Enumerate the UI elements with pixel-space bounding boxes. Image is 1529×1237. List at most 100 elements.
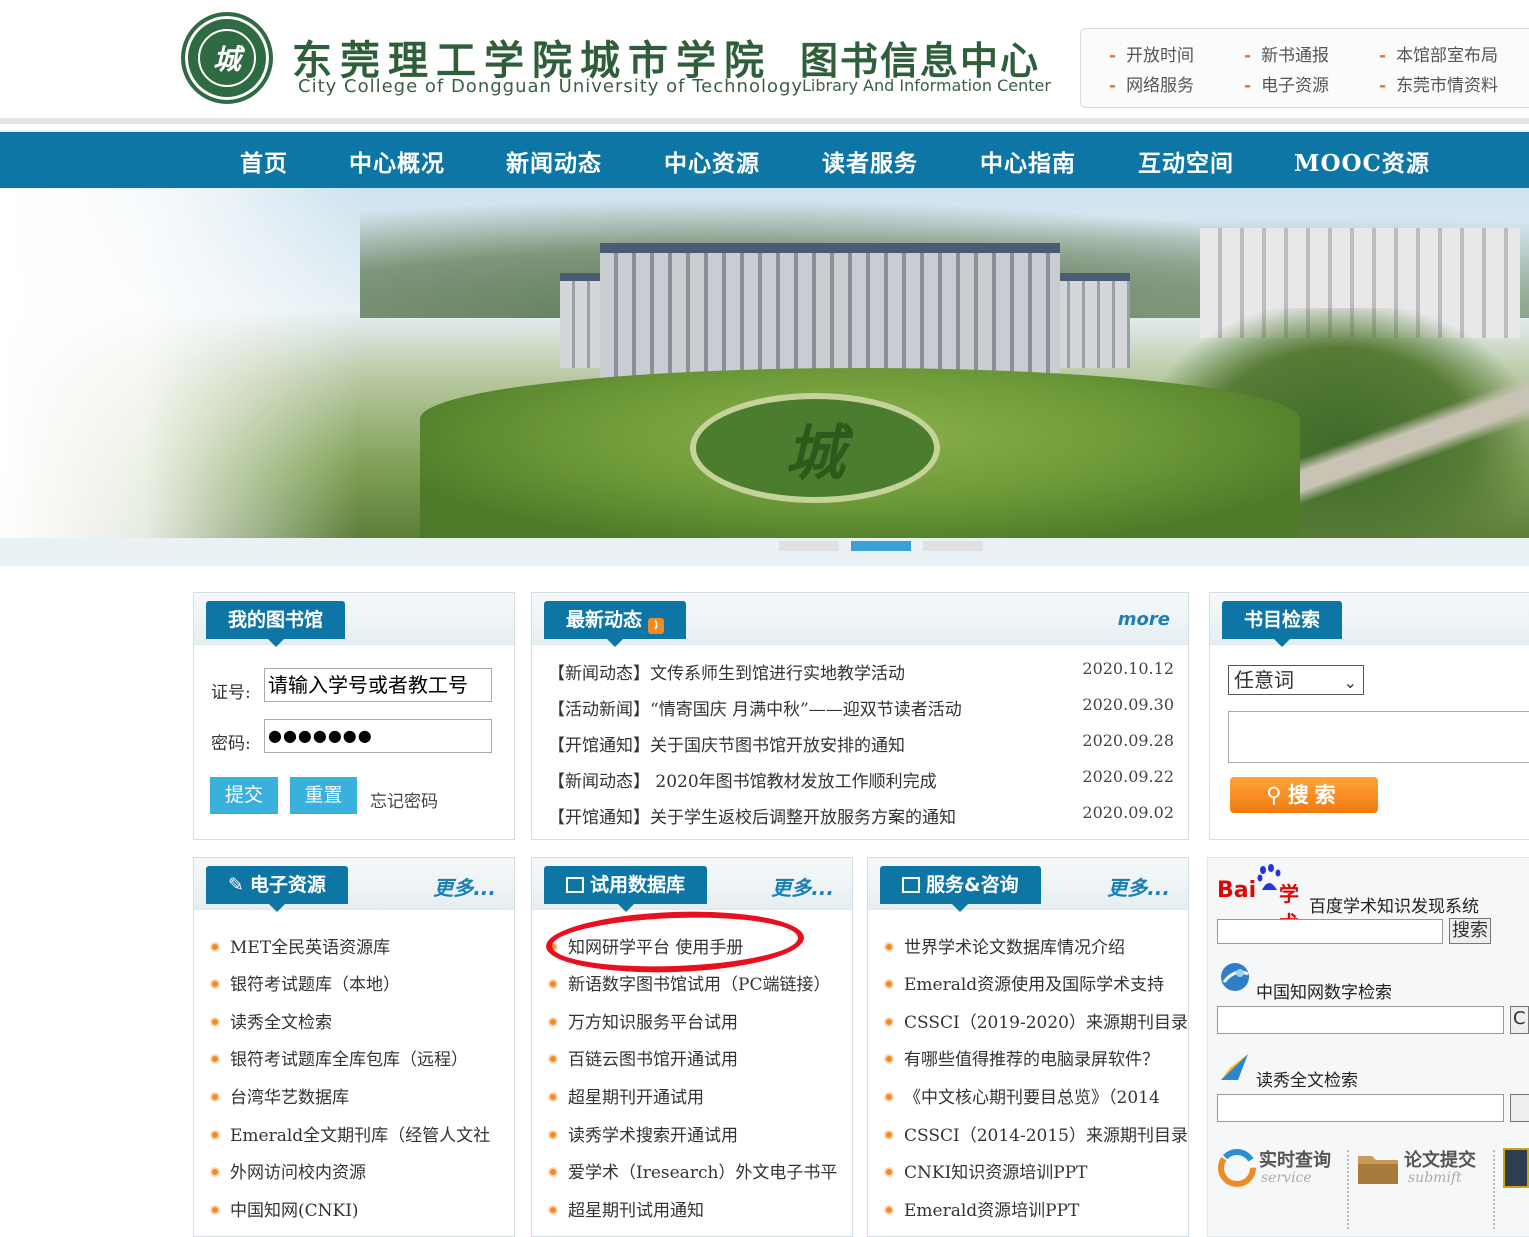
nav-overview[interactable]: 中心概况 [349, 144, 445, 178]
list-item-label: Emerald全文期刊库（经管人文社 [230, 1126, 491, 1146]
document-icon [902, 877, 920, 893]
news-item[interactable]: 【开馆通知】关于国庆节图书馆开放安排的通知 2020.09.28 [548, 731, 1174, 761]
realtime-query-label: 实时查询 [1259, 1150, 1331, 1171]
quick-link-network[interactable]: 网络服务 [1109, 71, 1194, 96]
catalog-search-panel: 书目检索 任意词 ⌄ ⚲ 搜索 [1209, 592, 1529, 840]
news-item[interactable]: 【活动新闻】“情寄国庆 月满中秋”——迎双节读者活动 2020.09.30 [548, 695, 1174, 725]
list-item[interactable]: CNKI知识资源培训PPT [884, 1158, 1088, 1183]
list-item[interactable]: CSSCI（2019-2020）来源期刊目录 [884, 1008, 1188, 1033]
list-item[interactable]: 百链云图书馆开通试用 [548, 1045, 738, 1070]
news-title: 【开馆通知】关于学生返校后调整开放服务方案的通知 [548, 808, 956, 828]
bullet-icon [210, 1167, 220, 1177]
trial-database-panel: 试用数据库 更多... 知网研学平台 使用手册 新语数字图书馆试用（PC端链接）… [531, 857, 853, 1237]
news-title: 【新闻动态】 2020年图书馆教材发放工作顺利完成 [548, 772, 937, 792]
nav-news[interactable]: 新闻动态 [506, 144, 602, 178]
baidu-scholar-logo[interactable]: Bai 学术 [1217, 864, 1307, 935]
bullet-icon [884, 1054, 894, 1064]
nav-interactive[interactable]: 互动空间 [1138, 144, 1234, 178]
list-item[interactable]: 有哪些值得推荐的电脑录屏软件？ [884, 1045, 1159, 1070]
list-item[interactable]: 银符考试题库（本地） [210, 970, 400, 995]
bullet-icon [884, 1017, 894, 1027]
quick-link-layout[interactable]: 本馆部室布局 [1379, 41, 1498, 66]
list-item-label: 读秀全文检索 [230, 1013, 332, 1033]
news-item[interactable]: 【新闻动态】 2020年图书馆教材发放工作顺利完成 2020.09.22 [548, 767, 1174, 797]
list-item[interactable]: 世界学术论文数据库情况介绍 [884, 933, 1125, 958]
slide-dot-2[interactable] [851, 541, 911, 551]
bullet-icon [210, 1054, 220, 1064]
list-item[interactable]: 知网研学平台 使用手册 [548, 933, 743, 958]
quick-link-local-info[interactable]: 东莞市情资料 [1379, 71, 1498, 96]
quick-link-eresources[interactable]: 电子资源 [1244, 71, 1329, 96]
submit-button[interactable]: 提交 [210, 777, 278, 814]
baidu-search-input[interactable] [1217, 919, 1443, 944]
nav-resources[interactable]: 中心资源 [664, 144, 760, 178]
search-field-select[interactable]: 任意词 ⌄ [1228, 665, 1364, 695]
catalog-search-button[interactable]: ⚲ 搜索 [1230, 777, 1378, 813]
college-seal-logo[interactable]: 城 [181, 12, 273, 104]
cnki-search-button[interactable]: C [1510, 1006, 1529, 1034]
list-item[interactable]: 新语数字图书馆试用（PC端链接） [548, 970, 830, 995]
catalog-search-input[interactable] [1228, 711, 1529, 763]
eresources-more-link[interactable]: 更多... [433, 872, 496, 901]
rss-icon[interactable]: ) [648, 618, 665, 634]
campus-banner[interactable]: 城 [0, 188, 1529, 538]
list-item[interactable]: Emerald全文期刊库（经管人文社 [210, 1121, 490, 1146]
quick-link-hours[interactable]: 开放时间 [1109, 41, 1194, 66]
news-item[interactable]: 【新闻动态】文传系师生到馆进行实地教学活动 2020.10.12 [548, 659, 1174, 689]
slide-dot-3[interactable] [923, 541, 983, 551]
list-item[interactable]: Emerald资源使用及国际学术支持 [884, 970, 1164, 995]
panel-header: 最新动态) more [532, 593, 1188, 647]
list-item-label: 《中文核心期刊要目总览》（2014 [904, 1088, 1160, 1108]
banner-fade [0, 188, 360, 538]
cnki-search-input[interactable] [1217, 1006, 1504, 1034]
nav-guide[interactable]: 中心指南 [980, 144, 1076, 178]
news-date: 2020.09.22 [1082, 767, 1174, 786]
panel-title: 我的图书馆 [206, 601, 346, 647]
list-item-label: 万方知识服务平台试用 [568, 1013, 738, 1033]
quick-link-new-books[interactable]: 新书通报 [1244, 41, 1329, 66]
list-item[interactable]: 《中文核心期刊要目总览》（2014 [884, 1083, 1160, 1108]
bullet-icon [884, 1092, 894, 1102]
nav-reader-services[interactable]: 读者服务 [822, 144, 918, 178]
news-item[interactable]: 【开馆通知】关于学生返校后调整开放服务方案的通知 2020.09.02 [548, 803, 1174, 833]
id-label: 证号: [211, 683, 251, 703]
list-item[interactable]: CSSCI（2014-2015）来源期刊目录 [884, 1121, 1188, 1146]
list-item[interactable]: 读秀全文检索 [210, 1008, 332, 1033]
list-item-label: Emerald资源培训PPT [904, 1201, 1080, 1221]
nav-home[interactable]: 首页 [240, 144, 288, 178]
list-item[interactable]: 万方知识服务平台试用 [548, 1008, 738, 1033]
reset-button[interactable]: 重置 [290, 777, 357, 814]
news-more-link[interactable]: more [1118, 609, 1170, 630]
paper-submit-link[interactable]: 论文提交 submift [1356, 1144, 1496, 1194]
nav-mooc[interactable]: MOOC资源 [1294, 144, 1430, 178]
cnki-globe-icon [1221, 963, 1249, 991]
list-box-icon [566, 877, 584, 893]
list-item-label: 台湾华艺数据库 [230, 1088, 349, 1108]
duxiu-search-input[interactable] [1217, 1094, 1504, 1122]
widget-divider [1493, 1150, 1495, 1229]
list-item-label: CNKI知识资源培训PPT [904, 1163, 1088, 1183]
list-item[interactable]: 外网访问校内资源 [210, 1158, 366, 1183]
duxiu-search-button[interactable] [1510, 1094, 1529, 1122]
list-item[interactable]: 台湾华艺数据库 [210, 1083, 349, 1108]
forgot-password-link[interactable]: 忘记密码 [370, 787, 438, 812]
password-input[interactable]: ●●●●●●● [264, 719, 492, 753]
cnki-title: 中国知网数字检索 [1256, 983, 1392, 1003]
partial-widget-icon[interactable] [1503, 1148, 1529, 1188]
panel-title: 试用数据库 [544, 866, 708, 912]
service-more-link[interactable]: 更多... [1107, 872, 1170, 901]
slide-dot-1[interactable] [779, 541, 839, 551]
list-item[interactable]: 超星期刊开通试用 [548, 1083, 704, 1108]
list-item[interactable]: 读秀学术搜索开通试用 [548, 1121, 738, 1146]
baidu-search-button[interactable]: 搜索 [1449, 918, 1491, 944]
banner-lawn-emblem: 城 [690, 393, 940, 503]
list-item[interactable]: MET全民英语资源库 [210, 933, 390, 958]
id-input[interactable]: 请输入学号或者教工号 [264, 668, 492, 702]
list-item[interactable]: Emerald资源培训PPT [884, 1196, 1079, 1221]
list-item[interactable]: 超星期刊试用通知 [548, 1196, 704, 1221]
realtime-query-link[interactable]: 实时查询 service [1217, 1144, 1347, 1194]
list-item[interactable]: 爱学术（Iresearch）外文电子书平 [548, 1158, 837, 1183]
list-item[interactable]: 中国知网(CNKI) [210, 1196, 359, 1221]
trial-db-more-link[interactable]: 更多... [771, 872, 834, 901]
list-item[interactable]: 银符考试题库全库包库（远程） [210, 1045, 468, 1070]
